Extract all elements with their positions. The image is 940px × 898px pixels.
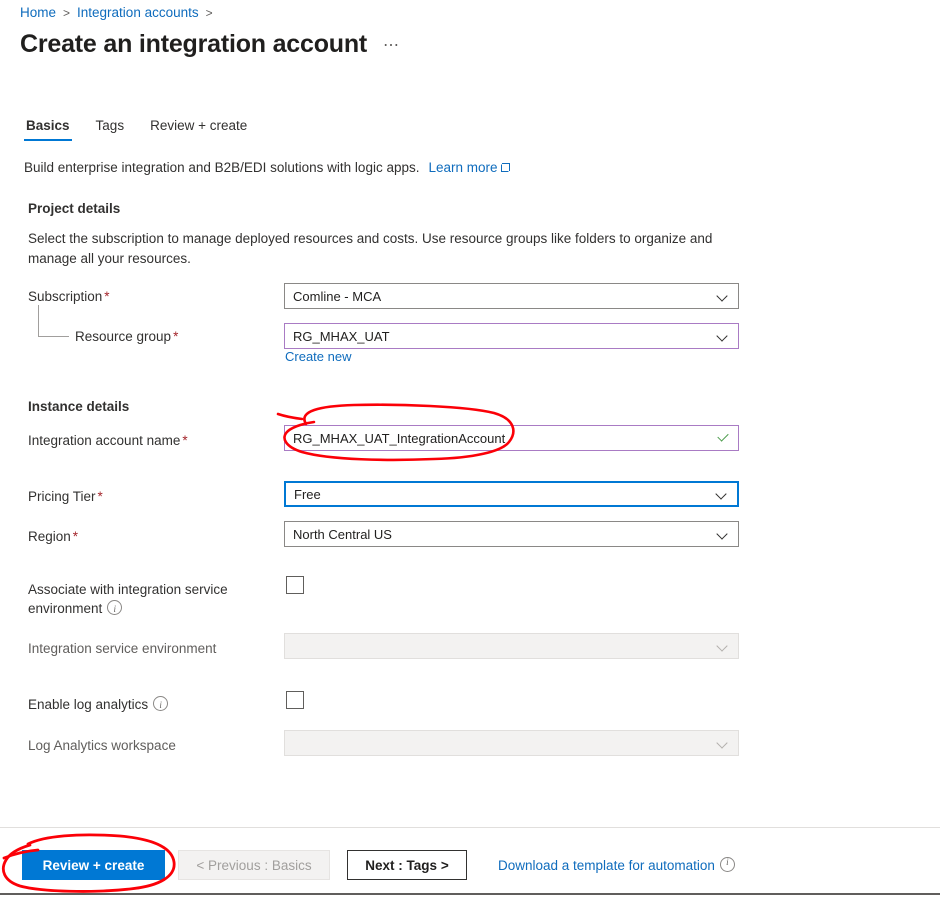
tab-review-create[interactable]: Review + create <box>148 118 249 141</box>
associate-ise-label: Associate with integration service envir… <box>28 580 243 619</box>
download-template-link[interactable]: Download a template for automation <box>498 857 735 873</box>
info-icon[interactable] <box>719 857 735 872</box>
pricing-tier-value: Free <box>294 486 321 502</box>
region-label: Region * <box>28 529 79 544</box>
log-analytics-workspace-label: Log Analytics workspace <box>28 738 176 753</box>
integration-service-environment-select <box>284 633 739 659</box>
create-new-resource-group-link[interactable]: Create new <box>285 349 351 364</box>
subscription-select[interactable]: Comline - MCA <box>284 283 739 309</box>
required-marker: * <box>97 489 103 504</box>
integration-account-name-label: Integration account name * <box>28 433 188 448</box>
log-analytics-workspace-select <box>284 730 739 756</box>
project-details-subtext: Select the subscription to manage deploy… <box>28 231 713 266</box>
resource-group-select[interactable]: RG_MHAX_UAT <box>284 323 739 349</box>
info-icon[interactable] <box>107 600 123 619</box>
chevron-down-icon <box>718 331 729 342</box>
breadcrumb-item-integration-accounts[interactable]: Integration accounts <box>77 5 199 20</box>
associate-ise-checkbox[interactable] <box>286 576 304 594</box>
checkmark-icon <box>717 432 730 445</box>
breadcrumb-separator: > <box>63 5 71 20</box>
page-title-row: Create an integration account ⋯ <box>20 29 400 59</box>
form-description-text: Build enterprise integration and B2B/EDI… <box>24 160 420 175</box>
learn-more-label: Learn more <box>428 160 498 175</box>
form-description: Build enterprise integration and B2B/EDI… <box>24 160 510 175</box>
chevron-down-icon <box>717 489 728 500</box>
breadcrumb-separator: > <box>205 5 213 20</box>
required-marker: * <box>182 433 188 448</box>
pricing-tier-select[interactable]: Free <box>284 481 739 507</box>
region-value: North Central US <box>293 526 392 542</box>
integration-account-name-input[interactable]: RG_MHAX_UAT_IntegrationAccount <box>284 425 739 451</box>
resource-group-label: Resource group * <box>75 329 179 344</box>
breadcrumb: Home > Integration accounts > <box>20 5 213 20</box>
chevron-down-icon <box>718 529 729 540</box>
required-marker: * <box>104 289 110 304</box>
tab-tags[interactable]: Tags <box>94 118 127 141</box>
tab-bar: Basics Tags Review + create <box>24 118 249 141</box>
required-marker: * <box>72 529 79 544</box>
external-link-icon <box>500 163 510 172</box>
resource-group-tree-connector <box>38 305 69 337</box>
chevron-down-icon <box>718 291 729 302</box>
info-icon[interactable] <box>153 696 169 715</box>
chevron-down-icon <box>718 738 729 749</box>
previous-button: < Previous : Basics <box>178 850 330 880</box>
integration-service-environment-label: Integration service environment <box>28 641 217 656</box>
more-options-button[interactable]: ⋯ <box>383 35 400 59</box>
project-details-heading: Project details <box>28 201 121 216</box>
next-button[interactable]: Next : Tags > <box>347 850 467 880</box>
tab-basics[interactable]: Basics <box>24 118 72 141</box>
subscription-value: Comline - MCA <box>293 288 382 304</box>
download-template-label: Download a template for automation <box>498 858 715 873</box>
subscription-label: Subscription * <box>28 289 110 304</box>
resource-group-value: RG_MHAX_UAT <box>293 328 390 344</box>
pricing-tier-label: Pricing Tier * <box>28 489 103 504</box>
enable-log-analytics-label: Enable log analytics <box>28 695 169 715</box>
enable-log-analytics-checkbox[interactable] <box>286 691 304 709</box>
page-title: Create an integration account <box>20 30 368 58</box>
learn-more-link[interactable]: Learn more <box>428 160 510 175</box>
chevron-down-icon <box>718 641 729 652</box>
instance-details-heading: Instance details <box>28 399 130 414</box>
region-select[interactable]: North Central US <box>284 521 739 547</box>
footer-separator <box>0 827 940 828</box>
review-create-button[interactable]: Review + create <box>22 850 165 880</box>
breadcrumb-item-home[interactable]: Home <box>20 5 56 20</box>
required-marker: * <box>173 329 179 344</box>
page-bottom-border <box>0 893 940 895</box>
integration-account-name-value: RG_MHAX_UAT_IntegrationAccount <box>293 430 506 446</box>
